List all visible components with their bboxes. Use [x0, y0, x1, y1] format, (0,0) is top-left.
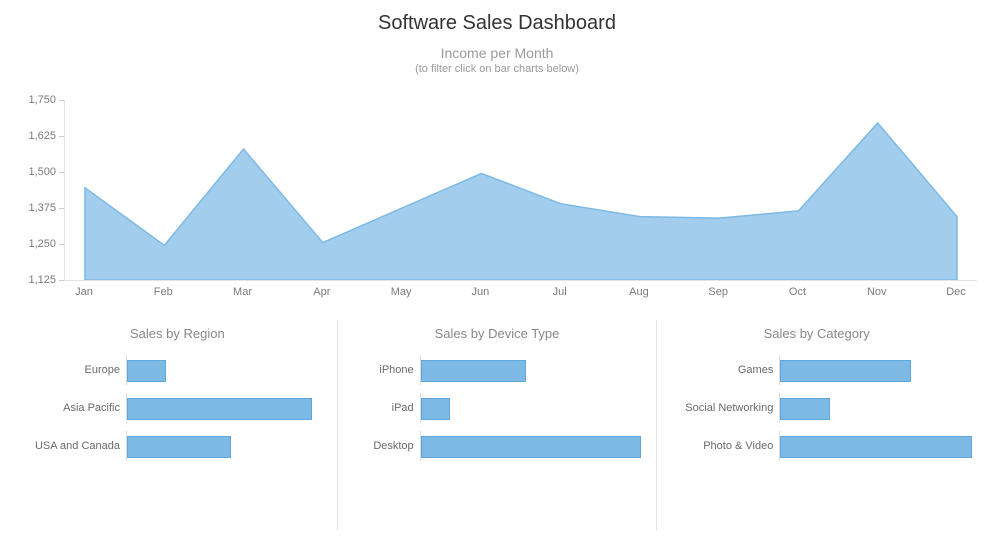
x-tick: Jun — [465, 286, 495, 298]
bar-fill[interactable] — [780, 360, 911, 382]
x-tick: Apr — [307, 286, 337, 298]
bar-row[interactable]: Asia Pacific — [24, 393, 331, 423]
x-tick: Sep — [703, 286, 733, 298]
bar-row[interactable]: iPhone — [344, 355, 651, 385]
subtitle-text: Income per Month — [441, 45, 554, 61]
bar-fill[interactable] — [421, 360, 526, 382]
bar-fill[interactable] — [421, 398, 451, 420]
bar-row[interactable]: Photo & Video — [663, 431, 970, 461]
y-tick: 1,750 — [18, 94, 56, 106]
bar-label: Europe — [24, 364, 126, 376]
area-series — [85, 123, 957, 280]
sales-by-device-panel: Sales by Device Type iPhone iPad Desktop — [337, 320, 657, 530]
bar-label: Desktop — [344, 440, 420, 452]
bar-track — [779, 355, 970, 385]
panel-title-category: Sales by Category — [663, 326, 970, 341]
bar-row[interactable]: Desktop — [344, 431, 651, 461]
bar-track — [420, 355, 651, 385]
page-title: Software Sales Dashboard — [0, 0, 994, 35]
x-tick: Nov — [862, 286, 892, 298]
chart-subtitle: Income per Month (to filter click on bar… — [0, 45, 994, 75]
x-tick: May — [386, 286, 416, 298]
bar-label: iPhone — [344, 364, 420, 376]
filter-panels: Sales by Region Europe Asia Pacific USA an… — [18, 320, 976, 530]
y-tick: 1,250 — [18, 238, 56, 250]
bar-fill[interactable] — [421, 436, 641, 458]
panel-title-device: Sales by Device Type — [344, 326, 651, 341]
y-tick: 1,125 — [18, 274, 56, 286]
x-tick: Jan — [69, 286, 99, 298]
bar-row[interactable]: USA and Canada — [24, 431, 331, 461]
bar-track — [126, 393, 331, 423]
bar-track — [779, 431, 970, 461]
sales-by-category-panel: Sales by Category Games Social Networking… — [656, 320, 976, 530]
bar-row[interactable]: Games — [663, 355, 970, 385]
x-tick: Mar — [228, 286, 258, 298]
bar-row[interactable]: Europe — [24, 355, 331, 385]
bar-row[interactable]: Social Networking — [663, 393, 970, 423]
y-tick: 1,500 — [18, 166, 56, 178]
bar-track — [126, 431, 331, 461]
area-svg — [65, 100, 977, 280]
subtitle-hint: (to filter click on bar charts below) — [0, 63, 994, 75]
x-tick: Oct — [782, 286, 812, 298]
bar-label: Photo & Video — [663, 440, 779, 452]
bar-fill[interactable] — [127, 360, 166, 382]
bar-track — [420, 393, 651, 423]
income-per-month-chart: 1,1251,2501,3751,5001,6251,750 JanFebMar… — [18, 100, 976, 296]
x-tick: Feb — [148, 286, 178, 298]
bar-label: USA and Canada — [24, 440, 126, 452]
x-tick: Dec — [941, 286, 971, 298]
bar-fill[interactable] — [780, 398, 829, 420]
bar-label: Social Networking — [663, 402, 779, 414]
y-tick: 1,625 — [18, 130, 56, 142]
area-plot-box — [64, 100, 977, 281]
x-tick: Jul — [545, 286, 575, 298]
bar-track — [420, 431, 651, 461]
bar-fill[interactable] — [127, 436, 231, 458]
panel-title-region: Sales by Region — [24, 326, 331, 341]
dashboard: Software Sales Dashboard Income per Mont… — [0, 0, 994, 546]
bar-fill[interactable] — [127, 398, 312, 420]
bar-label: iPad — [344, 402, 420, 414]
bar-fill[interactable] — [780, 436, 972, 458]
bar-track — [779, 393, 970, 423]
bar-label: Games — [663, 364, 779, 376]
bar-label: Asia Pacific — [24, 402, 126, 414]
bar-track — [126, 355, 331, 385]
sales-by-region-panel: Sales by Region Europe Asia Pacific USA an… — [18, 320, 337, 530]
y-tick: 1,375 — [18, 202, 56, 214]
x-tick: Aug — [624, 286, 654, 298]
bar-row[interactable]: iPad — [344, 393, 651, 423]
